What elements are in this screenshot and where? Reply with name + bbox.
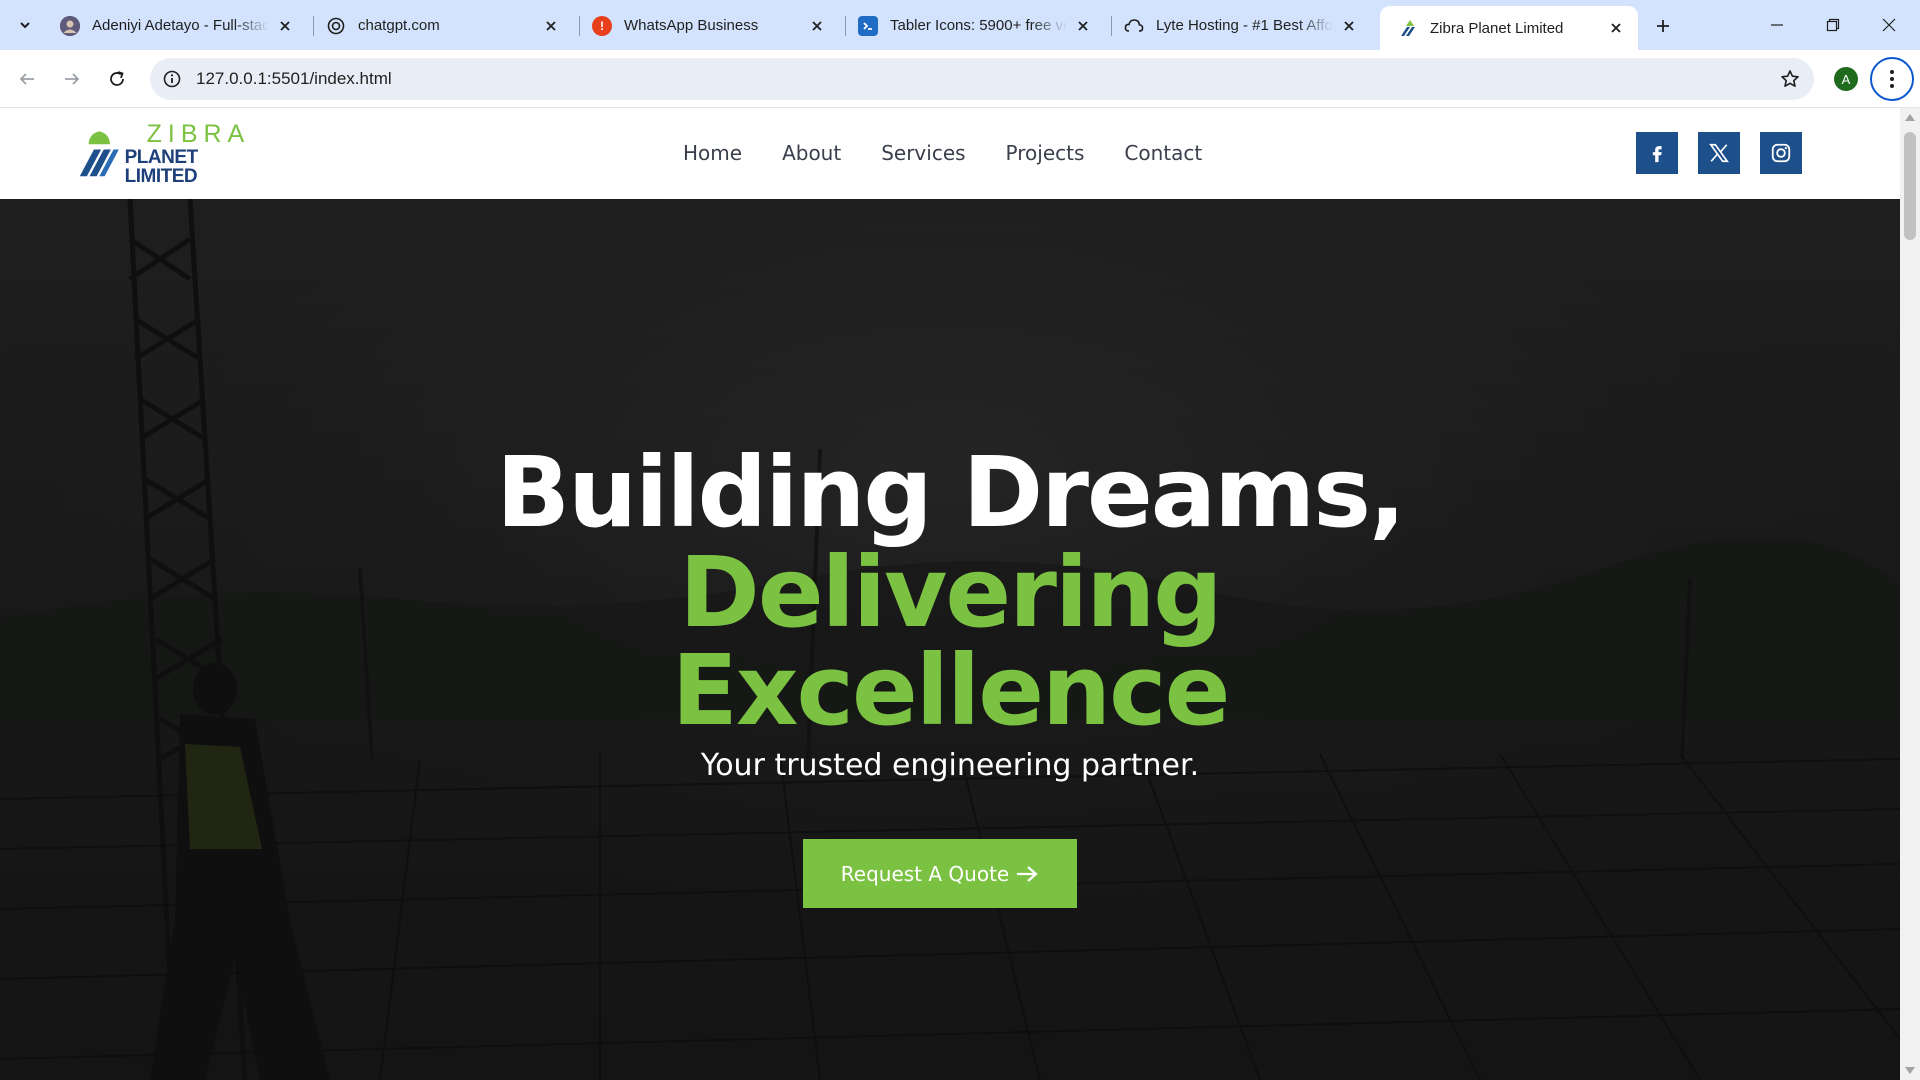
browser-menu-button[interactable]	[1870, 57, 1914, 101]
zibra-logo-icon	[1398, 18, 1418, 38]
window-close-button[interactable]	[1871, 10, 1907, 40]
reload-button[interactable]	[101, 63, 133, 95]
address-bar[interactable]: 127.0.0.1:5501/index.html	[150, 58, 1814, 100]
tab-1[interactable]: chatgpt.com	[308, 7, 573, 44]
forward-button[interactable]	[56, 63, 88, 95]
nav-contact[interactable]: Contact	[1124, 141, 1202, 165]
x-twitter-icon	[1709, 143, 1729, 163]
back-button[interactable]	[11, 63, 43, 95]
tab-title: Lyte Hosting - #1 Best Affordable Hostin…	[1156, 17, 1333, 34]
browser-toolbar: 127.0.0.1:5501/index.html A	[0, 50, 1920, 108]
nav-about[interactable]: About	[782, 141, 841, 165]
arrow-right-icon	[1017, 865, 1038, 882]
page-viewport: ZIBRA PLANET LIMITED Home About Services…	[0, 108, 1900, 1080]
page-scrollbar[interactable]	[1900, 108, 1920, 1080]
hero-heading-line-3: Excellence	[671, 634, 1231, 747]
logo-line-2: PLANET LIMITED	[124, 147, 199, 187]
cloud-icon	[1124, 16, 1144, 36]
scroll-down-arrow-icon[interactable]	[1905, 1067, 1915, 1074]
logo-line-1: ZIBRA	[146, 120, 251, 148]
restore-icon	[1826, 18, 1840, 32]
facebook-button[interactable]	[1636, 132, 1678, 174]
request-quote-button[interactable]: Request A Quote	[803, 839, 1077, 908]
instagram-button[interactable]	[1760, 132, 1802, 174]
site-header: ZIBRA PLANET LIMITED Home About Services…	[0, 108, 1900, 199]
tab-search-button[interactable]	[10, 11, 40, 39]
zibra-logo-icon	[79, 130, 119, 177]
reload-icon	[110, 71, 124, 86]
tabler-icon	[858, 15, 878, 36]
tab-title: Zibra Planet Limited	[1430, 19, 1564, 37]
bookmark-star-icon[interactable]	[1778, 67, 1802, 91]
instagram-icon	[1771, 143, 1791, 163]
openai-icon	[326, 16, 346, 36]
social-links	[1636, 132, 1802, 174]
chevron-down-icon	[20, 22, 30, 29]
arrow-left-icon	[19, 73, 34, 85]
x-twitter-button[interactable]	[1698, 132, 1740, 174]
hero-heading-line-2: Delivering	[679, 536, 1222, 649]
url-text[interactable]: 127.0.0.1:5501/index.html	[196, 69, 392, 89]
hero-heading-line-1: Building Dreams,	[496, 436, 1406, 549]
scrollbar-thumb[interactable]	[1904, 132, 1916, 240]
nav-services[interactable]: Services	[881, 141, 965, 165]
tab-4[interactable]: Lyte Hosting - #1 Best Affordable Hostin…	[1106, 7, 1371, 44]
close-icon[interactable]	[1606, 18, 1626, 38]
tab-5-active[interactable]: Zibra Planet Limited	[1380, 6, 1638, 50]
request-quote-label: Request A Quote	[840, 861, 1010, 886]
minimize-button[interactable]	[1759, 10, 1795, 40]
browser-tabstrip: Adeniyi Adetayo - Full-stack Developer c…	[0, 0, 1920, 50]
profile-avatar[interactable]: A	[1834, 67, 1858, 91]
tab-2[interactable]: ! WhatsApp Business	[574, 7, 839, 44]
new-tab-button[interactable]	[1649, 12, 1677, 40]
tab-title: Adeniyi Adetayo - Full-stack Developer	[92, 17, 269, 34]
restore-button[interactable]	[1815, 10, 1851, 40]
alert-icon: !	[592, 15, 612, 36]
close-icon[interactable]	[1073, 16, 1093, 36]
hero-subtitle: Your trusted engineering partner.	[700, 748, 1200, 783]
facebook-icon	[1652, 146, 1662, 163]
scroll-up-arrow-icon[interactable]	[1905, 114, 1915, 121]
nav-home[interactable]: Home	[683, 141, 742, 165]
nav-projects[interactable]: Projects	[1006, 141, 1085, 165]
more-vertical-icon	[1890, 70, 1894, 88]
tab-title: WhatsApp Business	[624, 17, 759, 34]
main-nav: Home About Services Projects Contact	[683, 141, 1202, 165]
site-info-icon[interactable]	[160, 67, 184, 91]
tab-0[interactable]: Adeniyi Adetayo - Full-stack Developer	[42, 7, 307, 44]
user-avatar-icon	[60, 15, 80, 36]
close-icon[interactable]	[541, 16, 561, 36]
tab-title: chatgpt.com	[358, 17, 440, 34]
plus-icon	[1657, 20, 1669, 32]
close-icon[interactable]	[807, 16, 827, 36]
close-icon[interactable]	[275, 16, 295, 36]
arrow-right-icon	[65, 73, 80, 85]
close-icon[interactable]	[1339, 16, 1359, 36]
tab-3[interactable]: Tabler Icons: 5900+ free vector icons	[840, 7, 1105, 44]
hero-section: Building Dreams, Delivering Excellence Y…	[0, 199, 1900, 1080]
minimize-icon	[1771, 24, 1783, 26]
close-icon	[1882, 18, 1896, 32]
site-logo[interactable]: ZIBRA PLANET LIMITED	[78, 122, 258, 186]
tab-title: Tabler Icons: 5900+ free vector icons	[890, 17, 1067, 34]
